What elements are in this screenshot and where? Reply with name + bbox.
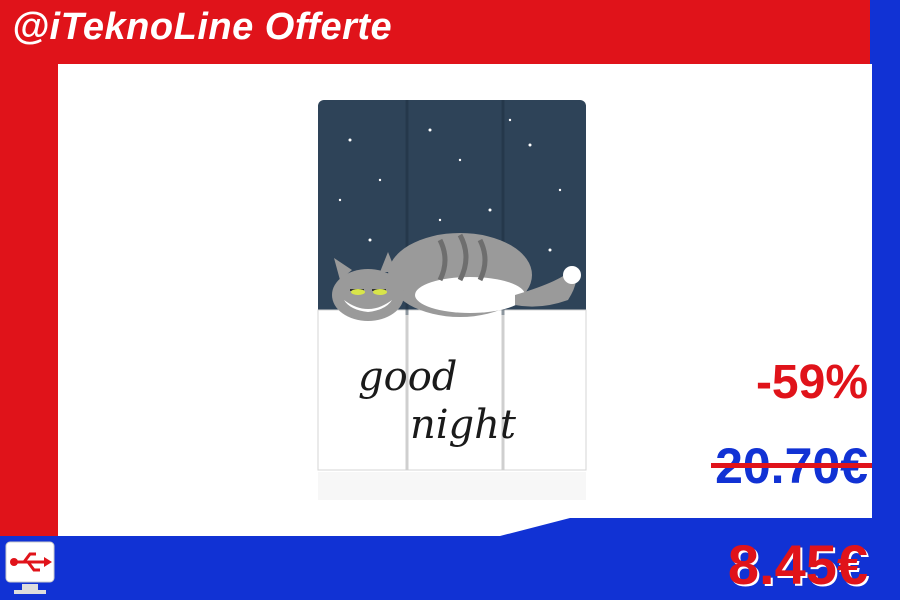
discount-badge: -59% [755,356,868,409]
new-price: 8.45€ [727,533,868,596]
case-text-line1: good [358,354,457,400]
case-text-line2: night [410,402,517,448]
usb-monitor-icon [5,541,55,594]
bottom-frame-notch [500,518,570,536]
old-price: 20.70€ [711,437,872,495]
right-frame [870,0,900,600]
strike-line [711,463,872,468]
brand-title: @iTeknoLine Offerte [12,6,393,48]
left-frame [0,0,58,540]
product-image: good night [317,100,587,500]
